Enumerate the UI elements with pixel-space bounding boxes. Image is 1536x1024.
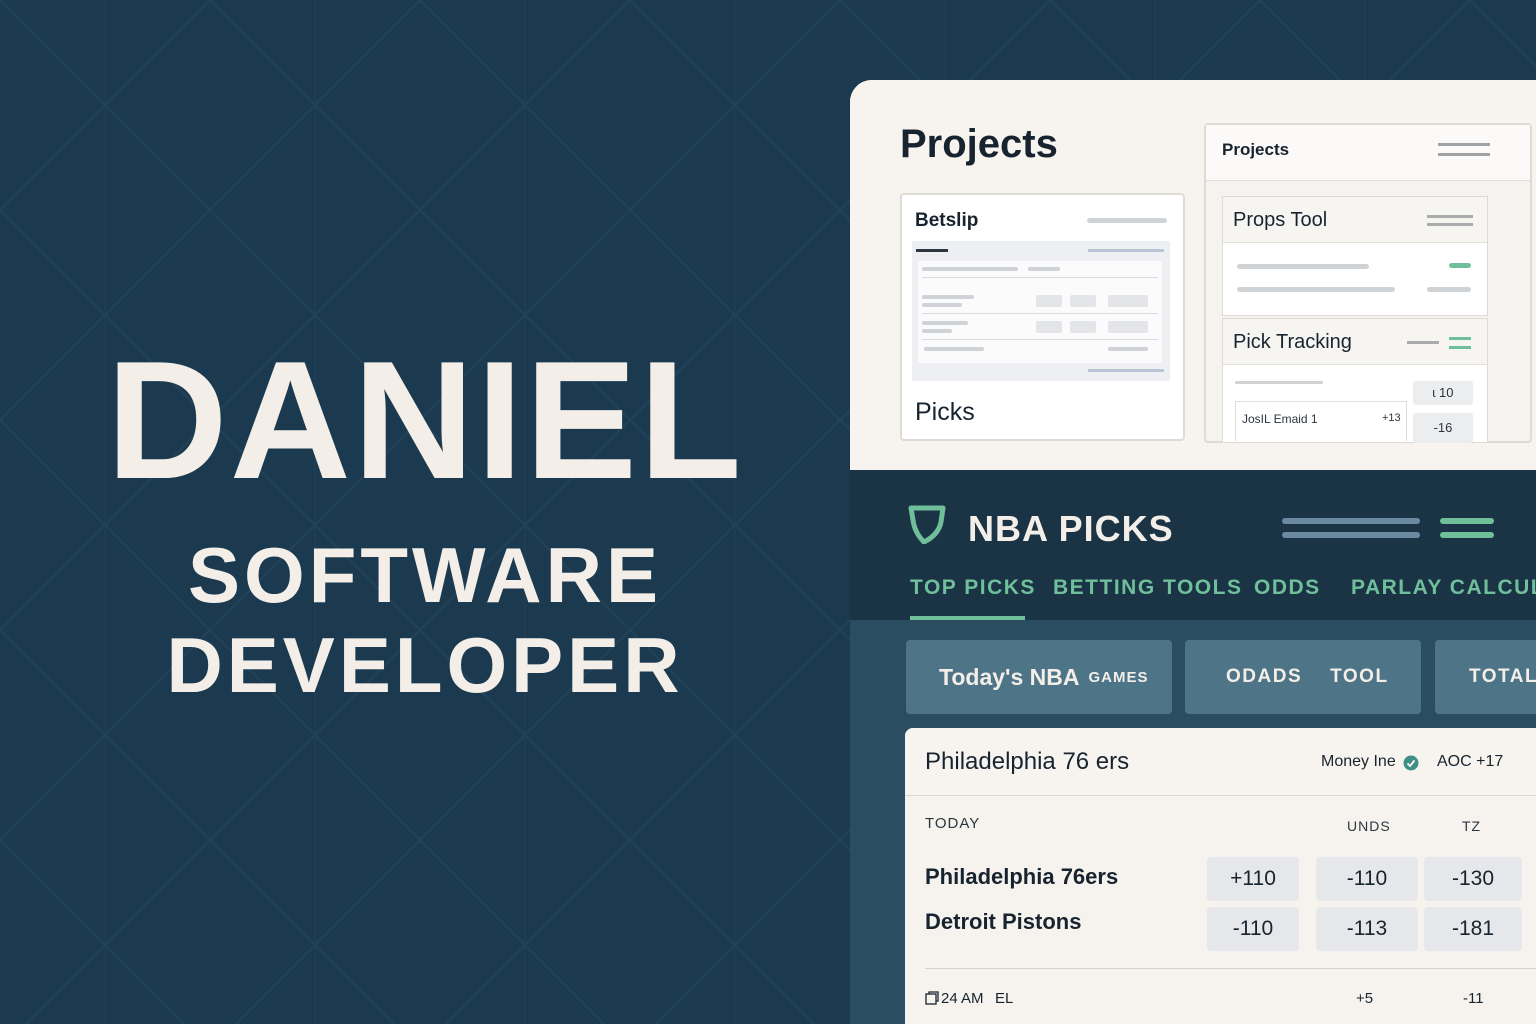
betslip-header-bar: [1087, 218, 1167, 223]
preview-cell: [1108, 295, 1148, 307]
hero-role-line2: DEVELOPER: [166, 621, 684, 709]
team-name-away: Detroit Pistons: [925, 909, 1082, 934]
pick-tracking-header: Pick Tracking: [1223, 319, 1487, 365]
preview-line: [922, 329, 952, 333]
preview-line: [922, 267, 1018, 271]
betslip-preview: [912, 241, 1170, 381]
props-tool-title: Props Tool: [1233, 209, 1328, 231]
pick-tracking-accent: [1449, 337, 1471, 340]
props-tool-menu-line: [1427, 215, 1473, 218]
preview-divider: [922, 277, 1158, 278]
preview-line: [1028, 267, 1060, 271]
pick-tracking-line: [1407, 341, 1439, 344]
game-card: Philadelphia 76 ers Money Ine AOC +17 TO…: [905, 728, 1536, 1024]
tab-odds[interactable]: ODDS: [1254, 576, 1321, 600]
projects-list-title: Projects: [1222, 140, 1290, 159]
todays-games-button[interactable]: Today's NBA GAMES: [906, 640, 1172, 714]
tab-parlay-calculator[interactable]: PARLAY CALCULA: [1351, 576, 1536, 600]
nba-content: Today's NBA GAMES ODADS TOOL TOTAL Phila…: [850, 620, 1536, 1024]
pick-tracking-row-delta: +13: [1382, 412, 1401, 424]
preview-divider: [922, 313, 1158, 314]
team-name-home: Philadelphia 76ers: [925, 864, 1119, 889]
total-button[interactable]: TOTAL: [1435, 640, 1536, 714]
preview-line: [922, 303, 962, 307]
row-divider: [925, 968, 1536, 969]
pick-tracking-accent: [1449, 346, 1471, 349]
props-tool-menu-line: [1427, 223, 1473, 226]
projects-panel: Projects Betslip Picks Projects Props To…: [850, 80, 1536, 470]
tab-top-picks[interactable]: TOP PICKS: [910, 576, 1036, 600]
projects-list-card: Projects Props Tool Pick Tracking JosIL …: [1204, 123, 1532, 443]
footer-time: 24 AM: [941, 990, 984, 1007]
column-unds: UNDS: [1347, 818, 1391, 834]
odds-tool-label-b: TOOL: [1330, 666, 1389, 687]
hero-name: DANIEL: [106, 326, 744, 514]
game-card-header: Philadelphia 76 ers Money Ine AOC +17: [905, 728, 1536, 796]
hero-role: SOFTWARE DEVELOPER: [70, 530, 780, 710]
preview-footer-bar: [1088, 369, 1164, 372]
props-tool-header: Props Tool: [1223, 197, 1487, 243]
preview-line: [1108, 347, 1148, 351]
props-tool-status: [1449, 263, 1471, 268]
odds-tool-label-a: ODADS: [1226, 666, 1303, 687]
preview-line: [922, 295, 974, 299]
todays-games-suffix: GAMES: [1088, 668, 1149, 686]
props-tool-line: [1427, 287, 1471, 292]
footer-code: EL: [995, 990, 1014, 1007]
preview-line: [922, 321, 968, 325]
pick-tracking-line: [1235, 381, 1323, 384]
footer-value-a: +5: [1356, 990, 1374, 1007]
menu-icon[interactable]: [1438, 143, 1490, 159]
betslip-card[interactable]: Betslip Picks: [900, 193, 1185, 441]
aoc-value: AOC +17: [1437, 753, 1504, 770]
preview-accent-bar: [1088, 249, 1164, 252]
clock-icon: [925, 991, 939, 1005]
pick-tracking-chip-bottom: -16: [1413, 413, 1473, 443]
preview-cell: [1036, 295, 1062, 307]
odds-cell-away-3[interactable]: -181: [1424, 907, 1522, 951]
odds-cell-away-1[interactable]: -110: [1207, 907, 1299, 951]
projects-title: Projects: [900, 122, 1058, 166]
preview-cell: [1070, 295, 1096, 307]
nav-menu-icon[interactable]: [1282, 518, 1496, 540]
total-label: TOTAL: [1469, 666, 1536, 687]
preview-cell: [1070, 321, 1096, 333]
odds-tool-button[interactable]: ODADS TOOL: [1185, 640, 1421, 714]
tab-betting-tools[interactable]: BETTING TOOLS: [1053, 576, 1242, 600]
nba-title: NBA PICKS: [968, 508, 1174, 549]
props-tool-line: [1237, 264, 1369, 269]
check-circle-icon: [1403, 755, 1419, 771]
game-card-title: Philadelphia 76 ers: [925, 748, 1130, 775]
pick-tracking-title: Pick Tracking: [1233, 331, 1352, 353]
footer-value-b: -11: [1463, 990, 1484, 1007]
odds-cell-home-1[interactable]: +110: [1207, 857, 1299, 901]
odds-cell-home-2[interactable]: -110: [1316, 857, 1418, 901]
props-tool-line: [1237, 287, 1395, 292]
shield-logo-icon: [908, 505, 946, 544]
app-mockup-window: Projects Betslip Picks Projects Props To…: [850, 80, 1536, 1024]
hero-role-line1: SOFTWARE: [188, 531, 662, 619]
projects-list-header: Projects: [1206, 125, 1530, 181]
betslip-footer-label: Picks: [915, 398, 975, 426]
preview-divider: [922, 339, 1158, 340]
day-label: TODAY: [925, 815, 981, 832]
preview-line: [924, 347, 984, 351]
preview-tab-indicator: [916, 249, 948, 252]
betslip-title: Betslip: [915, 210, 979, 231]
preview-cell: [1036, 321, 1062, 333]
pick-tracking-row: JosIL Emaid 1 +13: [1235, 401, 1407, 441]
preview-sheet: [918, 261, 1162, 363]
todays-games-label: Today's NBA: [939, 663, 1080, 690]
odds-cell-home-3[interactable]: -130: [1424, 857, 1522, 901]
money-line-label: Money Ine: [1321, 753, 1396, 770]
nba-header: NBA PICKS TOP PICKS BETTING TOOLS ODDS P…: [850, 470, 1536, 620]
odds-cell-away-2[interactable]: -113: [1316, 907, 1418, 951]
preview-cell: [1108, 321, 1148, 333]
pick-tracking-card[interactable]: Pick Tracking JosIL Emaid 1 +13 ɩ 10 -16: [1222, 318, 1488, 443]
pick-tracking-chip-top: ɩ 10: [1413, 381, 1473, 405]
props-tool-card[interactable]: Props Tool: [1222, 196, 1488, 316]
column-tz: TZ: [1462, 818, 1482, 834]
pick-tracking-row-label: JosIL Emaid 1: [1242, 412, 1318, 426]
